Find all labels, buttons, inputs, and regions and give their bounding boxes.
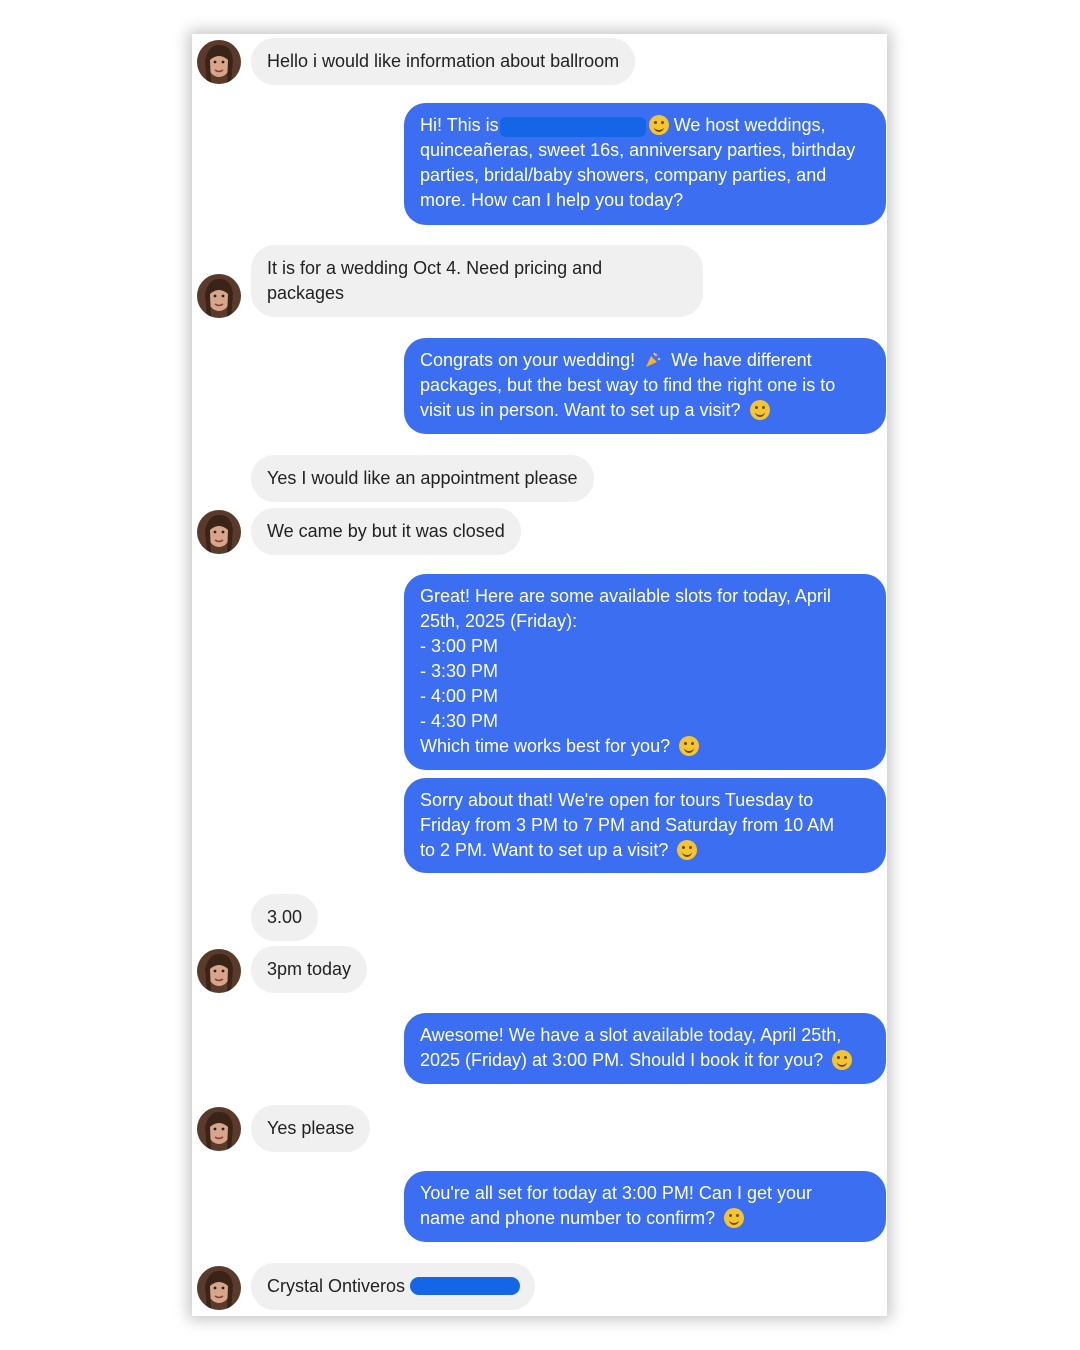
user-avatar-icon <box>197 510 241 554</box>
contact-avatar[interactable] <box>197 274 241 318</box>
message-text: - 4:30 PM <box>420 711 499 731</box>
message-text: We have different <box>671 350 812 370</box>
outgoing-message[interactable]: You're all set for today at 3:00 PM! Can… <box>404 1171 886 1242</box>
user-avatar-icon <box>197 1107 241 1151</box>
message-text: Hello i would like information about bal… <box>267 51 620 71</box>
message-text: name and phone number to confirm? <box>420 1208 716 1228</box>
incoming-message[interactable]: Yes please <box>251 1105 371 1152</box>
message-text: Yes please <box>267 1118 355 1138</box>
message-text: more. How can I help you today? <box>420 190 684 210</box>
message-text: Great! Here are some available slots for… <box>420 586 831 606</box>
message-text: You're all set for today at 3:00 PM! Can… <box>420 1183 812 1203</box>
party-popper-icon <box>646 352 661 367</box>
smiley-emoji-icon <box>648 115 669 135</box>
message-text: - 3:30 PM <box>420 661 499 681</box>
user-avatar-icon <box>197 949 241 993</box>
smiley-emoji-icon <box>832 1050 853 1070</box>
message-text: Hi! This is <box>420 115 499 135</box>
incoming-message[interactable]: Yes I would like an appointment please <box>251 455 594 502</box>
message-text: to 2 PM. Want to set up a visit? <box>420 840 669 860</box>
user-avatar-icon <box>197 1266 241 1310</box>
message-text: 3pm today <box>267 959 352 979</box>
redaction-mark <box>410 1277 520 1295</box>
incoming-message[interactable]: Hello i would like information about bal… <box>251 38 636 85</box>
smiley-emoji-icon <box>679 736 700 756</box>
user-avatar-icon <box>197 40 241 84</box>
message-text: packages, but the best way to find the r… <box>420 375 836 395</box>
message-text: Congrats on your wedding! <box>420 350 636 370</box>
contact-avatar[interactable] <box>197 1266 241 1310</box>
message-text: parties, bridal/baby showers, company pa… <box>420 165 827 185</box>
smiley-emoji-icon <box>724 1208 745 1228</box>
incoming-message[interactable]: It is for a wedding Oct 4. Need pricing … <box>251 245 703 317</box>
message-text: Friday from 3 PM to 7 PM and Saturday fr… <box>420 815 835 835</box>
outgoing-message[interactable]: Congrats on your wedding! We have differ… <box>404 338 886 434</box>
outgoing-message[interactable]: Awesome! We have a slot available today,… <box>404 1013 886 1084</box>
message-text: Yes I would like an appointment please <box>267 468 578 488</box>
incoming-message[interactable]: 3.00 <box>251 894 319 941</box>
outgoing-message[interactable]: Great! Here are some available slots for… <box>404 574 886 770</box>
message-text: quinceañeras, sweet 16s, anniversary par… <box>420 140 856 160</box>
contact-avatar[interactable] <box>197 40 241 84</box>
message-text: - 3:00 PM <box>420 636 499 656</box>
message-text: packages <box>267 283 345 303</box>
redaction-mark <box>500 117 646 137</box>
message-text: 25th, 2025 (Friday): <box>420 611 578 631</box>
user-avatar-icon <box>197 274 241 318</box>
message-text: visit us in person. Want to set up a vis… <box>420 400 741 420</box>
smiley-emoji-icon <box>677 840 698 860</box>
message-text: We host weddings, <box>673 115 826 135</box>
outgoing-message[interactable]: Sorry about that! We're open for tours T… <box>404 778 886 873</box>
message-text: Sorry about that! We're open for tours T… <box>420 790 814 810</box>
contact-avatar[interactable] <box>197 949 241 993</box>
incoming-message[interactable]: 3pm today <box>251 946 368 993</box>
contact-avatar[interactable] <box>197 1107 241 1151</box>
contact-avatar[interactable] <box>197 510 241 554</box>
incoming-message[interactable]: We came by but it was closed <box>251 508 521 555</box>
message-text: 2025 (Friday) at 3:00 PM. Should I book … <box>420 1050 824 1070</box>
message-text: It is for a wedding Oct 4. Need pricing … <box>267 258 603 278</box>
smiley-emoji-icon <box>749 400 770 420</box>
message-text: - 4:00 PM <box>420 686 499 706</box>
message-text: We came by but it was closed <box>267 521 505 541</box>
message-text: Which time works best for you? <box>420 736 671 756</box>
message-text: Awesome! We have a slot available today,… <box>420 1025 842 1045</box>
message-text: 3.00 <box>267 907 303 927</box>
